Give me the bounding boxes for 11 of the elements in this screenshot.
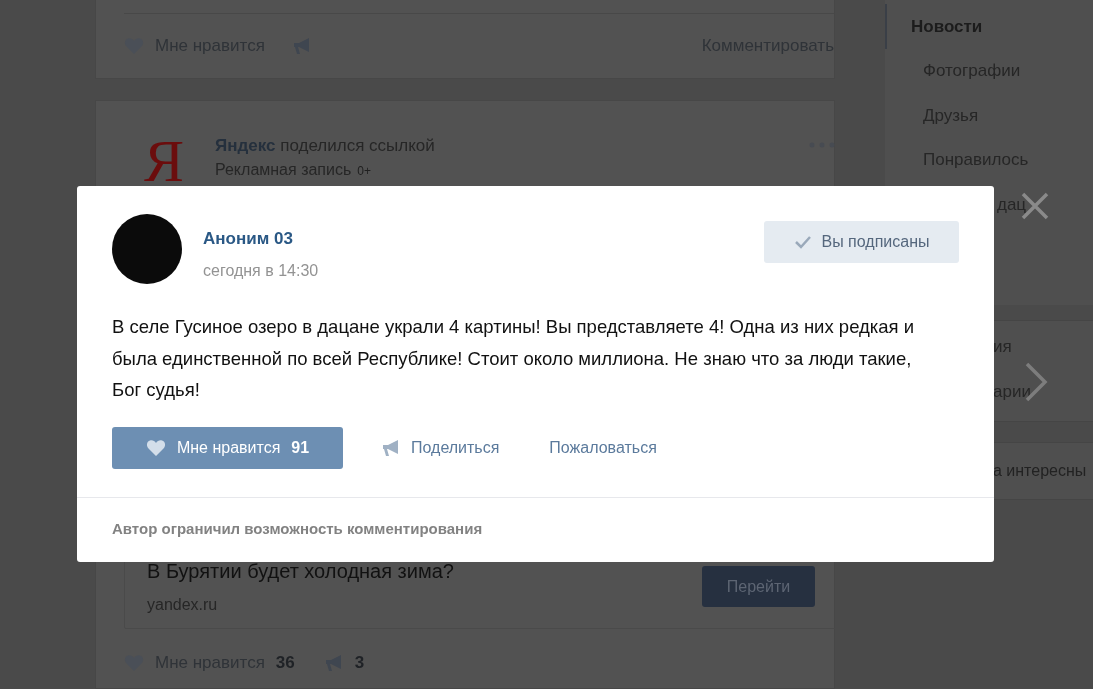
check-icon	[793, 235, 812, 249]
heart-icon	[145, 438, 166, 457]
link-title: В Бурятии будет холодная зима?	[147, 559, 454, 584]
report-link[interactable]: Пожаловаться	[549, 435, 657, 460]
yandex-logo: Я	[144, 131, 185, 191]
post-time: сегодня в 14:30	[203, 260, 319, 281]
subscribed-button[interactable]: Вы подписаны	[764, 221, 959, 263]
share-button[interactable]: Поделиться	[382, 435, 500, 460]
author-name[interactable]: Аноним 03	[203, 226, 319, 252]
post-text: В селе Гусиное озеро в дацане украли 4 картины! Вы представляете 4! Одна из них редкая и была единственной по всей Республике! Стоит около миллиона. Не знаю что за люди такие, Бог судья!	[111, 315, 916, 402]
like-button[interactable]: Мне нравится 91	[112, 426, 343, 469]
